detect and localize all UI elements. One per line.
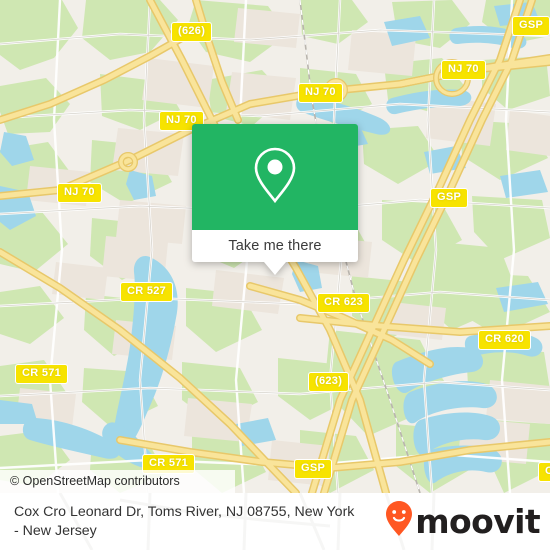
moovit-pin-icon xyxy=(385,500,413,543)
road-shield: NJ 70 xyxy=(298,83,343,103)
road-shield: CR 527 xyxy=(120,282,174,302)
road-shield: GSP xyxy=(294,459,333,479)
moovit-logo[interactable]: moovit xyxy=(385,500,541,543)
road-shield: GSP xyxy=(430,188,469,208)
footer-bar: Cox Cro Leonard Dr, Toms River, NJ 08755… xyxy=(0,493,550,550)
moovit-wordmark: moovit xyxy=(415,502,540,541)
take-me-there-label: Take me there xyxy=(228,238,322,254)
address-text: Cox Cro Leonard Dr, Toms River, NJ 08755… xyxy=(14,503,385,541)
road-shield: CR 620 xyxy=(478,330,532,350)
map-canvas-container[interactable]: (626) NJ 70 NJ 70 GSP NJ 70 NJ 70 GSP CR 527 CR … xyxy=(0,0,550,493)
road-shield: GSP xyxy=(512,16,550,36)
road-shield: C xyxy=(538,462,550,482)
popup-header xyxy=(192,124,358,230)
location-popup-card[interactable]: Take me there xyxy=(192,124,358,275)
address-line-2: - New Jersey xyxy=(14,522,97,539)
road-shield: (623) xyxy=(308,372,350,392)
road-shield: (626) xyxy=(171,22,213,42)
location-pin-icon xyxy=(252,146,298,209)
popup-pointer xyxy=(264,262,286,275)
popup-action-bar[interactable]: Take me there xyxy=(192,230,358,275)
road-shield: NJ 70 xyxy=(57,183,102,203)
osm-attribution: © OpenStreetMap contributors xyxy=(0,470,235,493)
road-shield: CR 571 xyxy=(15,364,69,384)
road-shield: NJ 70 xyxy=(441,60,486,80)
road-shield: CR 623 xyxy=(317,293,371,313)
address-line-1: Cox Cro Leonard Dr, Toms River, NJ 08755… xyxy=(14,503,355,520)
